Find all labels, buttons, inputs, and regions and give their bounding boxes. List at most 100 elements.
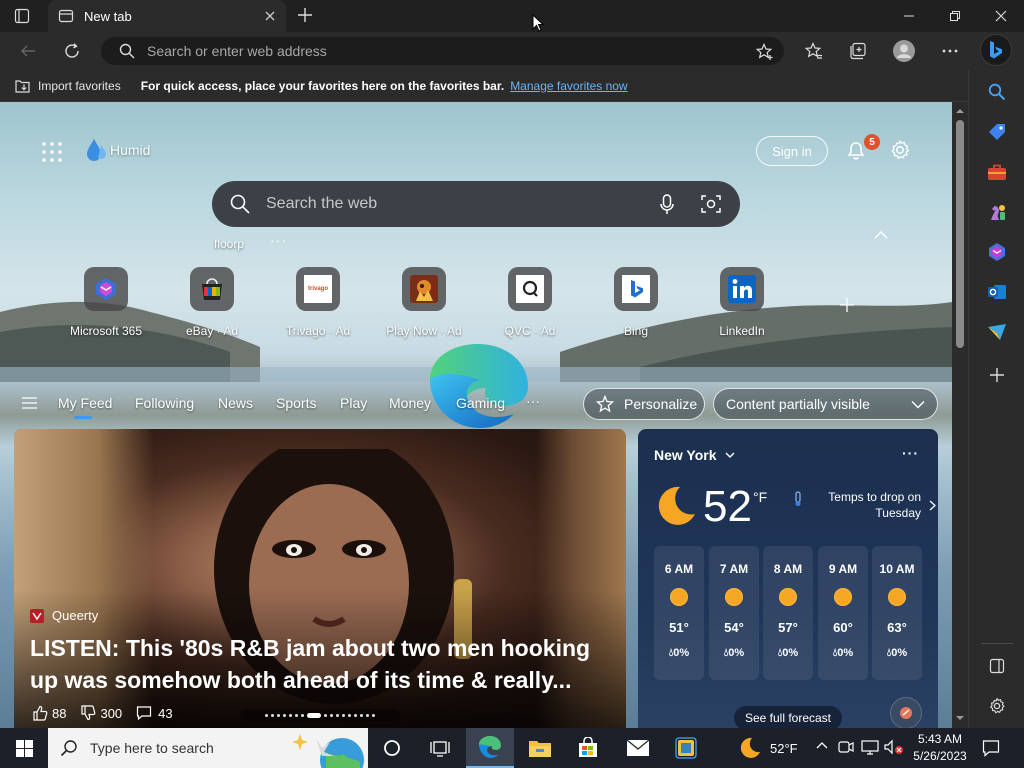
tab-new-tab[interactable]: New tab xyxy=(48,0,286,32)
refresh-icon[interactable] xyxy=(57,36,87,66)
apps-launcher-icon[interactable] xyxy=(42,142,62,162)
sidebar-drop-icon[interactable] xyxy=(985,320,1009,344)
start-button-windows-icon[interactable] xyxy=(0,728,48,768)
feed-tab-play[interactable]: Play xyxy=(340,395,367,411)
taskbar-app-icon[interactable] xyxy=(662,728,710,768)
task-view-icon[interactable] xyxy=(416,728,464,768)
thumbs-down-icon[interactable] xyxy=(80,705,96,721)
hourly-forecast-item[interactable]: 6 AM 51° 💧︎0% xyxy=(654,546,704,680)
feed-tab-news[interactable]: News xyxy=(218,395,253,411)
cortana-icon[interactable] xyxy=(368,728,416,768)
visual-search-icon[interactable] xyxy=(701,194,721,214)
feed-tab-money[interactable]: Money xyxy=(389,395,431,411)
see-full-forecast-button[interactable]: See full forecast xyxy=(734,706,842,728)
personalize-button[interactable]: Personalize xyxy=(583,388,705,420)
add-quick-link-icon[interactable] xyxy=(839,297,855,313)
quick-link-trivago[interactable]: trivago Trivago · Ad xyxy=(268,267,368,338)
weather-location[interactable]: New York xyxy=(654,447,735,463)
carousel-indicator[interactable] xyxy=(240,709,400,721)
feed-more-button[interactable]: ··· xyxy=(526,393,540,409)
collections-icon[interactable] xyxy=(843,36,873,66)
quick-link-ebay[interactable]: eBay · Ad xyxy=(162,267,262,338)
scrollbar-thumb[interactable] xyxy=(956,120,964,348)
close-window-button[interactable] xyxy=(978,0,1024,32)
hourly-forecast-item[interactable]: 8 AM 57° 💧︎0% xyxy=(763,546,813,680)
restore-button[interactable] xyxy=(932,0,978,32)
sidebar-games-icon[interactable] xyxy=(985,200,1009,224)
weather-alert[interactable]: Temps to drop on Tuesday xyxy=(793,489,936,521)
taskbar-search-input[interactable] xyxy=(90,740,280,756)
feed-navigation: My Feed Following News Sports Play Money… xyxy=(0,385,952,421)
taskbar-edge-app[interactable] xyxy=(466,728,514,768)
collapse-chevron-up-icon[interactable] xyxy=(874,230,888,240)
feed-tab-sports[interactable]: Sports xyxy=(276,395,316,411)
hourly-forecast-item[interactable]: 10 AM 63° 💧︎0% xyxy=(872,546,922,680)
address-input[interactable] xyxy=(147,43,707,59)
page-settings-icon[interactable] xyxy=(889,139,911,161)
meet-now-icon[interactable] xyxy=(838,739,854,755)
manage-favorites-link[interactable]: Manage favorites now xyxy=(510,79,627,93)
more-menu-icon[interactable] xyxy=(935,36,965,66)
weather-more-button[interactable]: ··· xyxy=(902,445,919,461)
quick-link-microsoft-365[interactable]: Microsoft 365 xyxy=(56,267,156,338)
web-search-box[interactable] xyxy=(212,181,740,227)
article-source[interactable]: Queerty xyxy=(30,608,98,623)
quick-link-qvc[interactable]: QVC · Ad xyxy=(480,267,580,338)
comment-icon[interactable] xyxy=(136,705,152,721)
address-bar[interactable] xyxy=(101,37,784,65)
sidebar-search-icon[interactable] xyxy=(985,80,1009,104)
network-icon[interactable] xyxy=(861,739,879,755)
quick-link-bing[interactable]: Bing xyxy=(586,267,686,338)
taskbar-mail-app[interactable] xyxy=(614,728,662,768)
import-favorites-button[interactable]: Import favorites xyxy=(14,78,121,94)
close-tab-icon[interactable] xyxy=(264,10,276,22)
taskbar-search-box[interactable] xyxy=(48,728,368,768)
show-hidden-icons-chevron-up-icon[interactable] xyxy=(816,741,828,749)
sidebar-microsoft-365-icon[interactable] xyxy=(985,240,1009,264)
sign-in-button[interactable]: Sign in xyxy=(756,136,828,166)
weather-card[interactable]: New York ··· 52 °F Temps to drop on Tues… xyxy=(638,429,938,728)
web-search-input[interactable] xyxy=(266,195,636,213)
featured-article-card[interactable]: Queerty LISTEN: This '80s R&B jam about … xyxy=(14,429,626,728)
bing-chat-icon[interactable] xyxy=(980,34,1012,66)
article-headline[interactable]: LISTEN: This '80s R&B jam about two men … xyxy=(30,632,600,696)
new-tab-button[interactable] xyxy=(296,6,314,24)
taskbar-store-app[interactable] xyxy=(564,728,612,768)
favorites-icon[interactable] xyxy=(799,36,829,66)
sidebar-shopping-icon[interactable] xyxy=(985,120,1009,144)
minimize-button[interactable] xyxy=(886,0,932,32)
tab-actions-icon[interactable] xyxy=(14,8,30,24)
voice-search-icon[interactable] xyxy=(660,194,674,216)
back-icon[interactable] xyxy=(13,36,43,66)
search-suggestion[interactable]: floorp xyxy=(214,237,244,251)
add-favorite-icon[interactable] xyxy=(756,43,774,61)
page-scrollbar[interactable] xyxy=(952,102,968,728)
sidebar-tools-icon[interactable] xyxy=(985,160,1009,184)
hourly-forecast-item[interactable]: 7 AM 54° 💧︎0% xyxy=(709,546,759,680)
profile-avatar[interactable] xyxy=(889,36,919,66)
feedback-icon[interactable] xyxy=(890,697,922,728)
feed-tab-following[interactable]: Following xyxy=(135,395,194,411)
taskbar-file-explorer-app[interactable] xyxy=(516,728,564,768)
taskbar-weather[interactable]: 52°F xyxy=(738,736,798,760)
suggestion-more-button[interactable]: ··· xyxy=(270,232,287,248)
taskbar-clock[interactable]: 5:43 AM 5/26/2023 xyxy=(910,731,970,765)
hamburger-menu-icon[interactable] xyxy=(22,397,37,409)
scroll-up-arrow-icon[interactable] xyxy=(956,108,964,114)
thumbs-up-icon[interactable] xyxy=(32,705,48,721)
feed-tab-my-feed[interactable]: My Feed xyxy=(58,395,112,411)
action-center-notifications-icon[interactable] xyxy=(982,739,1000,757)
sidebar-settings-icon[interactable] xyxy=(985,694,1009,718)
feed-tab-gaming[interactable]: Gaming xyxy=(456,395,505,411)
volume-muted-icon[interactable] xyxy=(884,739,904,755)
scroll-down-arrow-icon[interactable] xyxy=(956,715,964,721)
sidebar-outlook-icon[interactable] xyxy=(985,280,1009,304)
quick-link-linkedin[interactable]: LinkedIn xyxy=(692,267,792,338)
content-visibility-dropdown[interactable]: Content partially visible xyxy=(713,388,938,420)
quick-link-play-now[interactable]: Play Now · Ad xyxy=(374,267,474,338)
hourly-forecast-item[interactable]: 9 AM 60° 💧︎0% xyxy=(818,546,868,680)
sidebar-add-icon[interactable] xyxy=(985,363,1009,387)
weather-brand[interactable]: Humid xyxy=(86,137,150,163)
sidebar-hide-panel-icon[interactable] xyxy=(985,654,1009,678)
sign-in-label: Sign in xyxy=(772,143,812,159)
